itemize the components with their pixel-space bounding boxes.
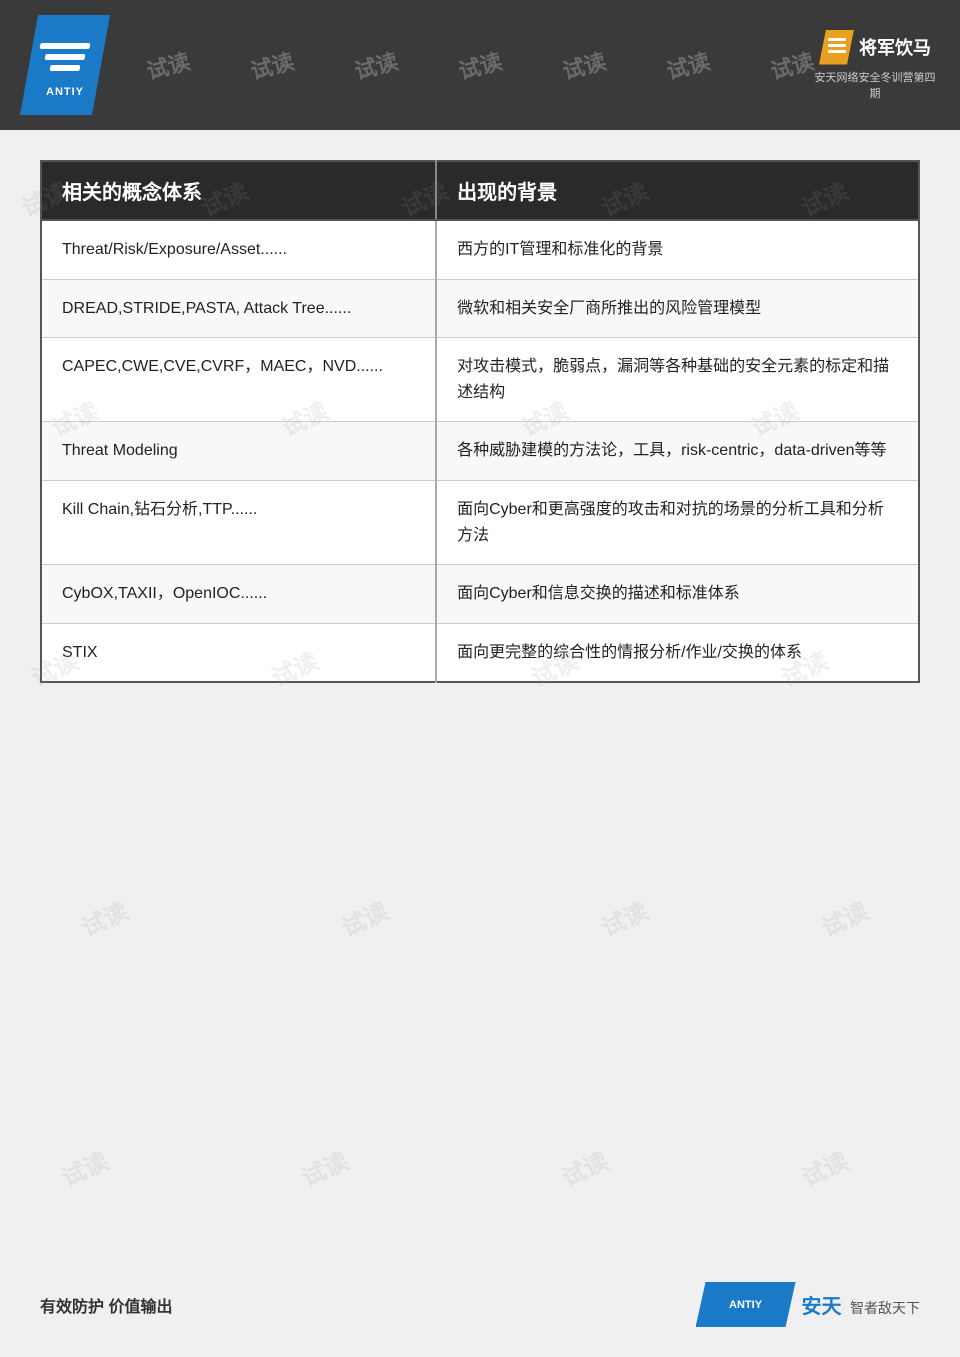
table-header-row: 相关的概念体系 出现的背景 [41,161,919,220]
right-logo-line-1 [828,38,846,41]
watermark-3: 试读 [351,44,402,86]
watermark-1: 试读 [143,44,194,86]
body-watermark-17: 试读 [55,1141,113,1193]
footer-brand: 安天 智者敌天下 [802,1290,920,1319]
main-content: 相关的概念体系 出现的背景 Threat/Risk/Exposure/Asset… [0,130,960,713]
logo: ANTIY [20,15,110,115]
watermark-5: 试读 [559,44,610,86]
body-watermark-15: 试读 [595,891,653,943]
logo-line-1 [39,43,90,49]
footer-brand-sub: 智者敌天下 [850,1300,920,1316]
table-row: Kill Chain,钻石分析,TTP......面向Cyber和更高强度的攻击… [41,480,919,564]
logo-line-3 [49,65,80,71]
table-cell-left-2: CAPEC,CWE,CVE,CVRF，MAEC，NVD...... [41,338,436,422]
table-cell-left-6: STIX [41,623,436,682]
table-cell-right-5: 面向Cyber和信息交换的描述和标准体系 [436,565,919,624]
footer: 有效防护 价值输出 ANTIY 安天 智者敌天下 [0,1282,960,1327]
footer-right: ANTIY 安天 智者敌天下 [696,1282,920,1327]
table-cell-right-1: 微软和相关安全厂商所推出的风险管理模型 [436,279,919,338]
right-logo-line-3 [828,50,846,53]
table-row: STIX面向更完整的综合性的情报分析/作业/交换的体系 [41,623,919,682]
table-cell-right-4: 面向Cyber和更高强度的攻击和对抗的场景的分析工具和分析方法 [436,480,919,564]
right-logo-icon-inner [828,38,846,56]
header-subtitle: 安天网络安全冬训营第四期 [810,69,940,101]
logo-text: ANTIY [46,86,84,98]
watermark-6: 试读 [663,44,714,86]
body-watermark-19: 试读 [555,1141,613,1193]
header-right-logo-top: 将军饮马 [819,30,931,65]
footer-logo-box: ANTIY [696,1282,796,1327]
header: 试读 试读 试读 试读 试读 试读 试读 ANTIY 将军饮马 安天网络 [0,0,960,130]
right-logo-line-2 [828,44,846,47]
header-right-logo: 将军饮马 安天网络安全冬训营第四期 [810,25,940,105]
table-cell-left-0: Threat/Risk/Exposure/Asset...... [41,220,436,279]
footer-left-text: 有效防护 价值输出 [40,1293,172,1317]
table-cell-right-0: 西方的IT管理和标准化的背景 [436,220,919,279]
footer-brand-text: 安天 [802,1296,842,1318]
table-cell-left-1: DREAD,STRIDE,PASTA, Attack Tree...... [41,279,436,338]
logo-lines [40,32,90,82]
table-cell-right-2: 对攻击模式，脆弱点，漏洞等各种基础的安全元素的标定和描述结构 [436,338,919,422]
col-left-header: 相关的概念体系 [41,161,436,220]
table-cell-right-3: 各种威胁建模的方法论，工具，risk-centric，data-driven等等 [436,422,919,481]
table-cell-left-5: CybOX,TAXII，OpenIOC...... [41,565,436,624]
table-row: CAPEC,CWE,CVE,CVRF，MAEC，NVD......对攻击模式，脆… [41,338,919,422]
table-cell-left-4: Kill Chain,钻石分析,TTP...... [41,480,436,564]
table-row: Threat/Risk/Exposure/Asset......西方的IT管理和… [41,220,919,279]
body-watermark-14: 试读 [335,891,393,943]
body-watermark-16: 试读 [815,891,873,943]
watermark-2: 试读 [247,44,298,86]
table-body: Threat/Risk/Exposure/Asset......西方的IT管理和… [41,220,919,682]
table-row: CybOX,TAXII，OpenIOC......面向Cyber和信息交换的描述… [41,565,919,624]
logo-line-2 [44,54,85,60]
col-right-header: 出现的背景 [436,161,919,220]
body-watermark-20: 试读 [795,1141,853,1193]
table-cell-right-6: 面向更完整的综合性的情报分析/作业/交换的体系 [436,623,919,682]
right-logo-icon [819,30,854,65]
table-row: Threat Modeling各种威胁建模的方法论，工具，risk-centri… [41,422,919,481]
table-cell-left-3: Threat Modeling [41,422,436,481]
right-brand-text: 将军饮马 [859,34,931,60]
watermark-4: 试读 [455,44,506,86]
main-table: 相关的概念体系 出现的背景 Threat/Risk/Exposure/Asset… [40,160,920,683]
body-watermark-13: 试读 [75,891,133,943]
body-watermark-18: 试读 [295,1141,353,1193]
table-row: DREAD,STRIDE,PASTA, Attack Tree......微软和… [41,279,919,338]
footer-logo-text: ANTIY [729,1299,762,1311]
